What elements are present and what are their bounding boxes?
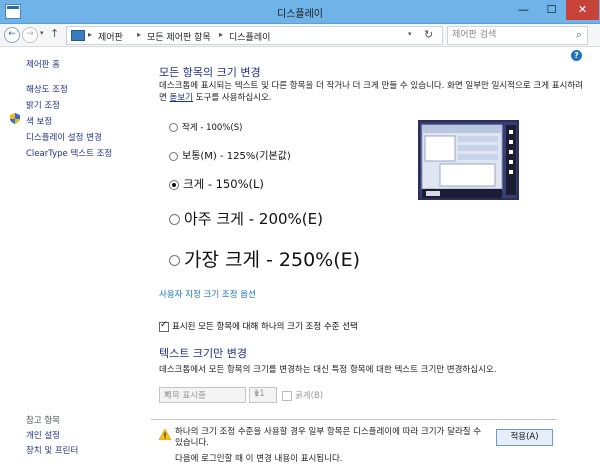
- option-extra-large[interactable]: 아주 크게 - 200%(E): [169, 208, 323, 229]
- page-description: 데스크톱에 표시되는 텍스트 및 다른 항목을 더 작거나 더 크게 만들 수 …: [159, 80, 589, 104]
- control-panel-icon: [71, 30, 85, 41]
- option-small[interactable]: 작게 - 100%(S): [169, 121, 242, 133]
- shield-icon: [10, 113, 20, 124]
- bold-option[interactable]: 굵게(B): [282, 389, 323, 401]
- single-scale-label: 표시된 모든 항목에 대해 하나의 크기 조정 수준 선택: [172, 322, 358, 332]
- font-size-select[interactable]: 11 ▼: [249, 387, 277, 403]
- radio-large[interactable]: [169, 179, 179, 190]
- sidebar-item-resolution[interactable]: 해상도 조정: [26, 83, 68, 95]
- single-scale-checkbox[interactable]: [159, 320, 169, 332]
- sidebar-personalization-link[interactable]: 개인 설정: [26, 429, 60, 441]
- radio-largest[interactable]: [169, 255, 180, 266]
- warning-icon: [159, 429, 171, 440]
- option-largest-label: 가장 크게 - 250%(E): [184, 249, 361, 271]
- breadcrumb-separator[interactable]: ▸: [219, 30, 223, 39]
- option-small-label: 작게 - 100%(S): [182, 123, 243, 133]
- see-also-heading: 참고 항목: [26, 416, 60, 426]
- search-box[interactable]: ⌕: [447, 26, 588, 45]
- sidebar-item-cleartype[interactable]: ClearType 텍스트 조정: [26, 147, 112, 159]
- search-icon[interactable]: ⌕: [576, 28, 582, 42]
- refresh-icon[interactable]: ↻: [424, 28, 433, 41]
- sidebar-home-link[interactable]: 제어판 홈: [26, 58, 60, 70]
- radio-medium[interactable]: [169, 151, 178, 161]
- option-large-label: 크게 - 150%(L): [183, 177, 264, 191]
- sidebar-devices-printers-link[interactable]: 장치 및 프린터: [26, 444, 78, 456]
- breadcrumb-separator[interactable]: ▸: [88, 30, 92, 39]
- apply-button[interactable]: 적용(A): [496, 429, 553, 446]
- single-scale-option[interactable]: 표시된 모든 항목에 대해 하나의 크기 조정 수준 선택: [159, 320, 358, 332]
- main-content: 모든 항목의 크기 변경 데스크톱에 표시되는 텍스트 및 다른 항목을 더 작…: [136, 47, 600, 473]
- logon-note-text: 다음에 로그인할 때 이 변경 내용이 표시됩니다.: [175, 454, 343, 464]
- option-large[interactable]: 크게 - 150%(L): [169, 176, 264, 192]
- option-largest[interactable]: 가장 크게 - 250%(E): [169, 245, 360, 272]
- info-bar: 하나의 크기 조정 수준을 사용할 경우 일부 항목은 디스플레이에 따라 크기…: [151, 419, 557, 470]
- minimize-button[interactable]: —: [510, 0, 537, 20]
- bold-checkbox[interactable]: [282, 390, 292, 401]
- page-title: 모든 항목의 크기 변경: [159, 66, 261, 79]
- navigation-bar: ← → ▾ ↑ ▸ 제어판 ▸ 모든 제어판 항목 ▸ 디스플레이 ▾ ↻ ⌕: [0, 24, 600, 47]
- breadcrumb-display[interactable]: 디스플레이: [229, 30, 270, 43]
- description-text-end: 도구를 사용하십시오.: [193, 93, 272, 103]
- radio-extra-large[interactable]: [169, 214, 180, 225]
- title-bar: 디스플레이 — ☐ ✕: [0, 0, 600, 24]
- magnifier-link[interactable]: 돋보기: [170, 93, 193, 103]
- option-medium[interactable]: 보통(M) - 125%(기본값): [169, 147, 291, 162]
- maximize-button[interactable]: ☐: [538, 0, 565, 20]
- close-button[interactable]: ✕: [566, 0, 599, 20]
- recent-locations-dropdown[interactable]: ▾: [40, 29, 44, 37]
- forward-button[interactable]: →: [22, 27, 38, 43]
- breadcrumb-control-panel[interactable]: 제어판: [98, 30, 123, 43]
- text-size-heading: 텍스트 크기만 변경: [159, 347, 247, 360]
- breadcrumb-separator[interactable]: ▸: [137, 30, 141, 39]
- item-select[interactable]: 제목 표시줄 ▼: [159, 387, 246, 403]
- custom-scaling-link[interactable]: 사용자 지정 크기 조정 옵션: [159, 288, 256, 300]
- sidebar-item-display-settings[interactable]: 디스플레이 설정 변경: [26, 131, 102, 143]
- scaling-warning-text: 하나의 크기 조정 수준을 사용할 경우 일부 항목은 디스플레이에 따라 크기…: [175, 427, 482, 448]
- search-input[interactable]: [452, 29, 562, 41]
- sidebar: 제어판 홈 해상도 조정 밝기 조정 색 보정 디스플레이 설정 변경 Clea…: [0, 47, 136, 473]
- address-dropdown-icon[interactable]: ▾: [408, 30, 412, 38]
- option-medium-label: 보통(M) - 125%(기본값): [182, 151, 291, 162]
- scaling-preview-image: [418, 120, 519, 200]
- bold-label: 굵게(B): [295, 391, 324, 401]
- sidebar-item-brightness[interactable]: 밝기 조정: [26, 99, 60, 111]
- breadcrumb-all-items[interactable]: 모든 제어판 항목: [147, 30, 211, 43]
- option-extra-large-label: 아주 크게 - 200%(E): [184, 210, 323, 228]
- radio-small[interactable]: [169, 123, 178, 132]
- chevron-down-icon: ▼: [254, 390, 260, 398]
- chevron-down-icon: ▼: [164, 390, 170, 398]
- up-button[interactable]: ↑: [50, 27, 59, 40]
- sidebar-item-color-calibration[interactable]: 색 보정: [26, 115, 52, 127]
- address-bar[interactable]: ▸ 제어판 ▸ 모든 제어판 항목 ▸ 디스플레이 ▾ ↻: [66, 26, 443, 45]
- text-size-description: 데스크톱에서 모든 항목의 크기를 변경하는 대신 특정 항목에 대한 텍스트 …: [159, 365, 497, 375]
- back-button[interactable]: ←: [4, 27, 20, 43]
